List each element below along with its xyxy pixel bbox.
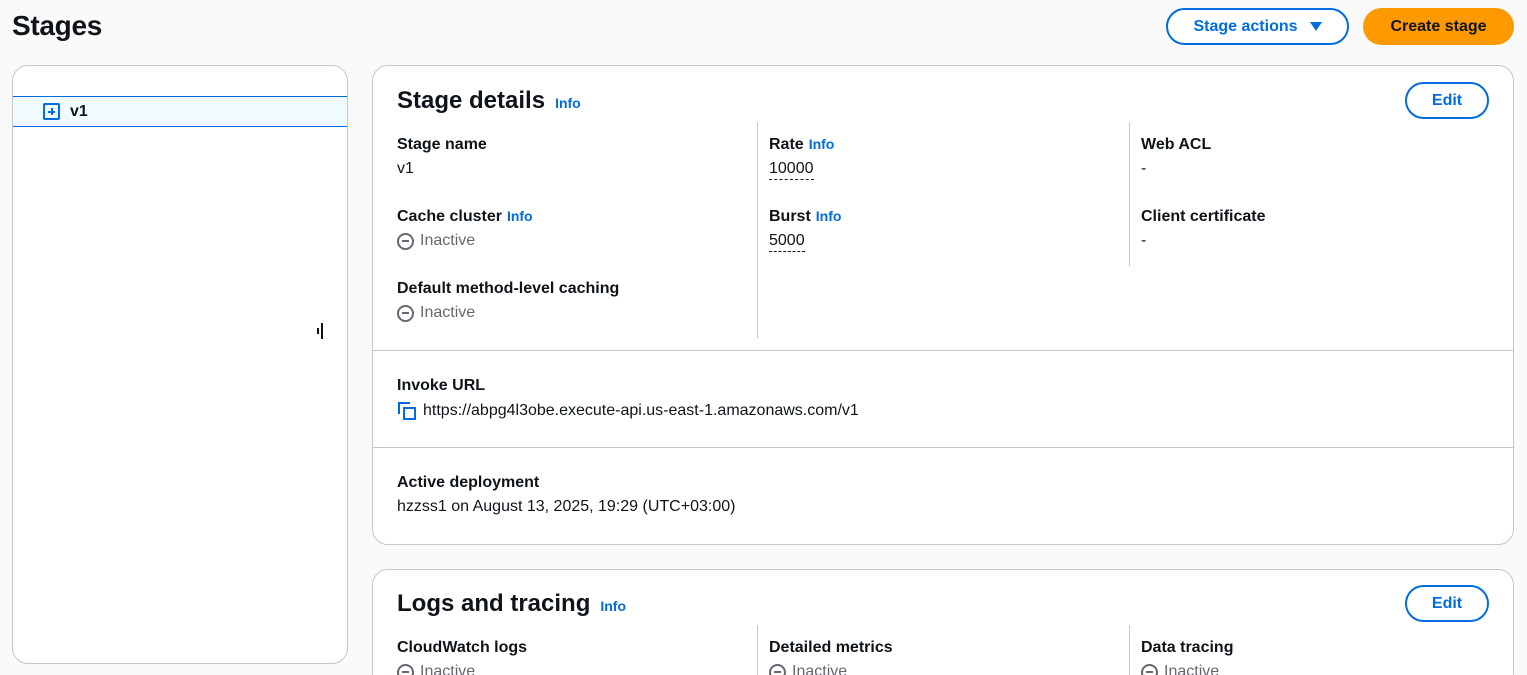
copy-icon[interactable]: [397, 401, 417, 421]
detailed-metrics-field: Detailed metrics Inactive: [769, 639, 893, 675]
field-label: CloudWatch logs: [397, 639, 528, 656]
panel-resize-handle[interactable]: [316, 323, 324, 339]
field-value: -: [1141, 232, 1147, 249]
tree-item-v1[interactable]: v1: [13, 96, 347, 127]
field-label: Burst Info: [769, 208, 841, 226]
expand-icon[interactable]: [43, 103, 60, 120]
field-value: 5000: [769, 232, 841, 252]
minus-circle-icon: [1141, 663, 1158, 675]
field-label: Cache cluster Info: [397, 208, 533, 226]
field-value: Inactive: [397, 232, 533, 250]
field-label-text: Cache cluster: [397, 208, 502, 225]
field-value: 10000: [769, 160, 834, 180]
stage-details-card: Stage details Info Edit Stage name v1 Ca…: [372, 65, 1514, 545]
card-title: Stage details: [397, 87, 546, 114]
stage-actions-label: Stage actions: [1193, 17, 1298, 35]
info-link[interactable]: Info: [816, 208, 842, 224]
section-divider: [373, 447, 1513, 448]
field-label: Data tracing: [1141, 639, 1234, 656]
default-caching-field: Default method-level caching Inactive: [397, 280, 619, 322]
data-tracing-field: Data tracing Inactive: [1141, 639, 1233, 675]
client-certificate-field: Client certificate -: [1141, 208, 1265, 250]
rate-field: Rate Info 10000: [769, 136, 834, 180]
field-value: -: [1141, 160, 1147, 177]
edit-stage-details-button[interactable]: Edit: [1405, 82, 1489, 119]
field-value: Inactive: [1141, 663, 1233, 675]
column-divider: [757, 625, 758, 675]
field-label: Stage name: [397, 136, 487, 153]
create-stage-button[interactable]: Create stage: [1363, 8, 1514, 45]
info-link[interactable]: Info: [809, 136, 835, 152]
status-text: Inactive: [792, 663, 848, 675]
column-divider: [757, 122, 758, 338]
minus-circle-icon: [397, 232, 414, 250]
field-value: Inactive: [769, 663, 893, 675]
column-divider: [1129, 625, 1130, 675]
field-label: Active deployment: [397, 474, 540, 491]
stage-details-heading: Stage details Info: [397, 87, 581, 115]
burst-field: Burst Info 5000: [769, 208, 841, 252]
caret-down-icon: [1309, 22, 1322, 31]
field-label: Web ACL: [1141, 136, 1212, 153]
stage-name-field: Stage name v1: [397, 136, 487, 178]
status-text: Inactive: [1164, 663, 1220, 675]
edit-logs-tracing-button[interactable]: Edit: [1405, 585, 1489, 622]
stage-actions-button[interactable]: Stage actions: [1166, 8, 1349, 45]
logs-tracing-card: Logs and tracing Info Edit CloudWatch lo…: [372, 569, 1514, 675]
active-deployment-field: Active deployment hzzss1 on August 13, 2…: [397, 474, 735, 516]
status-text: Inactive: [420, 663, 476, 675]
cache-cluster-field: Cache cluster Info Inactive: [397, 208, 533, 250]
field-label: Invoke URL: [397, 377, 486, 394]
field-value: Inactive: [397, 663, 527, 675]
field-value: v1: [397, 160, 414, 177]
section-divider: [373, 350, 1513, 351]
cloudwatch-logs-field: CloudWatch logs Inactive: [397, 639, 527, 675]
invoke-url-text: https://abpg4l3obe.execute-api.us-east-1…: [423, 402, 859, 419]
info-link[interactable]: Info: [555, 95, 581, 111]
minus-circle-icon: [397, 304, 414, 322]
invoke-url-field: Invoke URL https://abpg4l3obe.execute-ap…: [397, 377, 859, 421]
status-text: Inactive: [420, 304, 476, 321]
page-title: Stages: [12, 10, 103, 41]
column-divider: [1129, 122, 1130, 266]
field-label: Rate Info: [769, 136, 834, 154]
web-acl-field: Web ACL -: [1141, 136, 1211, 178]
field-value: hzzss1 on August 13, 2025, 19:29 (UTC+03…: [397, 498, 736, 515]
field-label-text: Burst: [769, 208, 811, 225]
info-link[interactable]: Info: [507, 208, 533, 224]
tree-item-label: v1: [70, 102, 88, 120]
field-label: Detailed metrics: [769, 639, 893, 656]
minus-circle-icon: [397, 663, 414, 675]
field-value: https://abpg4l3obe.execute-api.us-east-1…: [397, 401, 859, 421]
field-value: Inactive: [397, 304, 619, 322]
stages-tree-panel: v1: [12, 65, 348, 664]
field-label-text: Rate: [769, 136, 804, 153]
minus-circle-icon: [769, 663, 786, 675]
logs-tracing-heading: Logs and tracing Info: [397, 590, 626, 618]
status-text: Inactive: [420, 232, 476, 249]
rate-value[interactable]: 10000: [769, 160, 814, 180]
info-link[interactable]: Info: [600, 598, 626, 614]
field-label: Default method-level caching: [397, 280, 620, 297]
card-title: Logs and tracing: [397, 590, 591, 617]
burst-value[interactable]: 5000: [769, 232, 805, 252]
field-label: Client certificate: [1141, 208, 1266, 225]
